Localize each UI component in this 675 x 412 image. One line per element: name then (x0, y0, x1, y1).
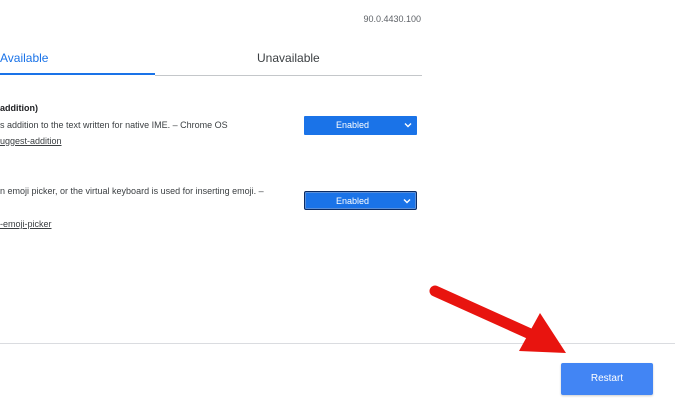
restart-label: Restart (590, 373, 624, 384)
flag-state-select[interactable]: Enabled (304, 116, 417, 135)
footer-divider (0, 343, 675, 344)
select-value: Enabled (335, 120, 370, 130)
restart-button[interactable]: Restart (561, 363, 653, 395)
flag-title: addition) (0, 103, 38, 113)
flag-state-select[interactable]: Enabled (304, 191, 417, 210)
flag-description: s addition to the text written for nativ… (0, 120, 228, 130)
chrome-version: 90.0.4430.100 (363, 14, 421, 24)
flag-permalink[interactable]: uggest-addition (0, 136, 62, 146)
tab-divider (155, 75, 422, 76)
select-value: Enabled (335, 196, 370, 206)
chevron-down-icon (404, 123, 412, 128)
flag-description: n emoji picker, or the virtual keyboard … (0, 186, 264, 196)
chevron-down-icon (403, 199, 411, 204)
tab-unavailable[interactable]: Unavailable (257, 51, 320, 65)
flag-permalink[interactable]: -emoji-picker (0, 219, 52, 229)
tab-available[interactable]: Available (0, 51, 48, 65)
active-tab-indicator (0, 73, 155, 75)
